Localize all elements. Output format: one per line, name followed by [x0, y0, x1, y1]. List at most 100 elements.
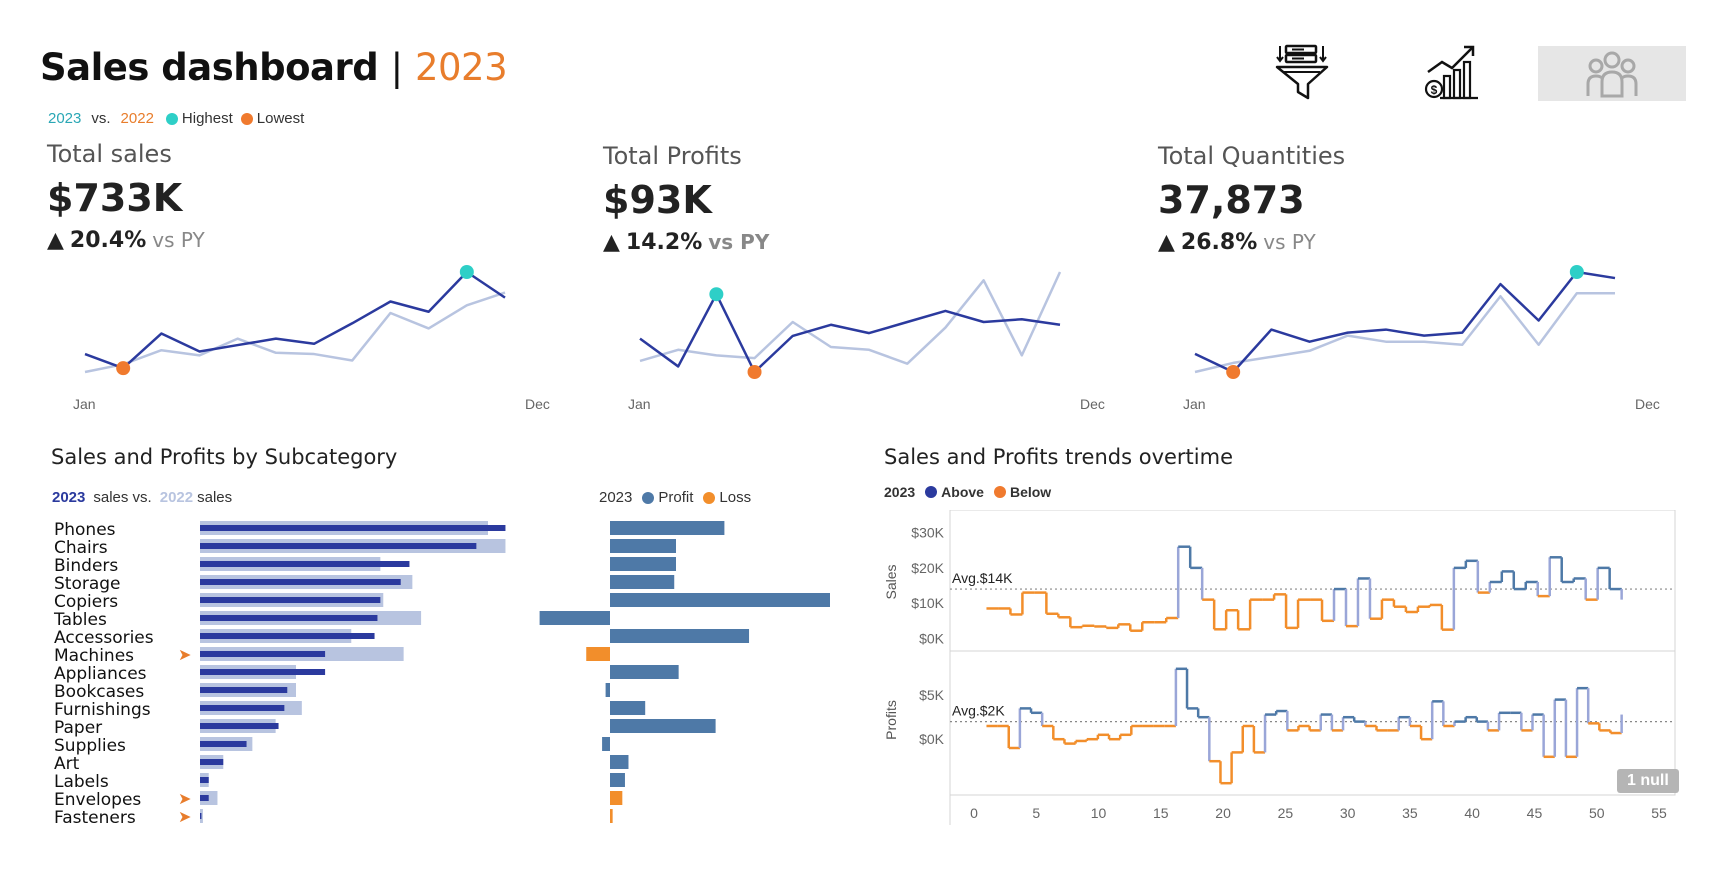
profit-bar: [610, 719, 716, 733]
subcategory-label: Copiers: [54, 592, 119, 612]
financial-growth-button[interactable]: $: [1420, 42, 1484, 102]
legend-year-previous: 2022: [120, 110, 154, 127]
subcategory-label: Paper: [54, 718, 103, 738]
legend-year-current: 2023: [48, 110, 82, 127]
subcategory-label: Fasteners: [54, 808, 136, 828]
subcategory-label: Appliances: [54, 664, 147, 684]
kpi-change: ▲ 14.2% vs PY: [603, 230, 1123, 255]
sales-2023-bar: [200, 741, 247, 747]
legend-sales: sales: [197, 489, 233, 506]
svg-text:$: $: [1431, 83, 1438, 97]
subcategory-label: Chairs: [54, 538, 108, 558]
x-tick-label: 30: [1340, 805, 1356, 821]
subcategory-label: Supplies: [54, 736, 126, 756]
profit-bar: [605, 683, 610, 697]
profits-axis-title: Profits: [883, 700, 899, 740]
x-tick-label: 20: [1215, 805, 1231, 821]
title-year: 2023: [414, 46, 508, 89]
legend-profit: Profit: [658, 489, 694, 506]
users-group-icon: [1586, 51, 1638, 97]
sales-2023-bar: [200, 687, 288, 693]
title-text: Sales dashboard: [40, 46, 379, 89]
sales-tick-label: $30K: [911, 525, 944, 541]
x-tick-label: 5: [1032, 805, 1040, 821]
x-tick-label: 25: [1278, 805, 1294, 821]
null-badge[interactable]: 1 null: [1617, 769, 1679, 793]
sales-tick-label: $0K: [919, 630, 945, 646]
spark-axis-start: Jan: [73, 396, 96, 412]
lowest-point: [116, 361, 131, 376]
kpi-vs-label: vs PY: [708, 230, 770, 254]
x-tick-label: 10: [1091, 805, 1107, 821]
sales-average-label: Avg.$14K: [952, 570, 1013, 586]
flag-arrow-icon: ➤: [178, 791, 192, 808]
sales-sparkline: [84, 265, 506, 376]
spark-axis-end: Dec: [1080, 396, 1105, 412]
filter-data-icon: [1275, 44, 1329, 100]
spark-axis-start: Jan: [628, 396, 651, 412]
subcategory-profit-bars: [539, 521, 830, 823]
subcategory-title: Sales and Profits by Subcategory: [51, 445, 398, 469]
lowest-dot-icon: [240, 112, 253, 125]
x-tick-label: 55: [1651, 805, 1667, 821]
sales-2023-bar: [200, 543, 477, 549]
subcategory-label: Accessories: [54, 628, 154, 648]
filter-data-button[interactable]: [1270, 42, 1334, 102]
sales-2023-bar: [200, 525, 506, 531]
profit-tick-label: $0K: [919, 731, 945, 747]
subcategory-label: Tables: [54, 610, 107, 630]
trends-legend: 2023 Above Below: [884, 484, 1051, 500]
profit-bar: [610, 665, 679, 679]
kpi-value: 37,873: [1158, 178, 1305, 222]
profit-bar: [610, 557, 676, 571]
subcategory-label: Labels: [54, 772, 109, 792]
sales-2023-bar: [200, 795, 209, 801]
profit-loss-legend: 2023 Profit Loss: [599, 489, 751, 506]
subcategory-label: Bookcases: [54, 682, 145, 702]
flag-arrow-icon: ➤: [178, 647, 192, 664]
legend-below: Below: [1009, 484, 1052, 500]
kpi-vs-label: vs PY: [152, 228, 205, 252]
legend-above: Above: [941, 484, 984, 500]
highest-dot-icon: [165, 112, 178, 125]
spark-axis-end: Dec: [1635, 396, 1660, 412]
sales-2023-bar: [200, 597, 381, 603]
profit-bar: [610, 701, 646, 715]
subcategory-label: Phones: [54, 520, 116, 540]
profit-bar: [610, 539, 676, 553]
profit-dot-icon: [642, 491, 655, 504]
up-triangle-icon: ▲: [1158, 230, 1175, 255]
x-tick-label: 45: [1527, 805, 1543, 821]
profits-sparkline: [639, 271, 1062, 379]
sales-2023-bar: [200, 669, 326, 675]
sales-2023-bar: [200, 633, 375, 639]
spark-axis-end: Dec: [525, 396, 550, 412]
kpi-value: $733K: [47, 176, 183, 220]
sales-2023-bar: [200, 777, 209, 783]
sales-2023-bar: [200, 579, 401, 585]
kpi-label: Total Quantities: [1158, 142, 1346, 170]
kpi-change-value: 14.2%: [625, 230, 703, 255]
kpi-total-quantities: Total Quantities 37,873 ▲ 26.8% vs PY: [1158, 142, 1678, 255]
sales-2023-bar: [200, 705, 285, 711]
legend-year: 2023: [599, 489, 633, 506]
subcategory-label: Art: [54, 754, 80, 774]
dashboard-title: Sales dashboard | 2023: [40, 46, 508, 89]
below-dot-icon: [993, 486, 1006, 498]
highest-point: [709, 287, 724, 302]
legend-sales-vs: sales vs.: [93, 489, 152, 506]
up-triangle-icon: ▲: [603, 230, 620, 255]
flag-arrow-icon: ➤: [178, 809, 192, 826]
financial-growth-icon: $: [1424, 45, 1478, 100]
profit-tick-label: $5K: [919, 687, 945, 703]
x-tick-label: 50: [1589, 805, 1605, 821]
lowest-point: [1226, 365, 1241, 379]
users-group-button[interactable]: [1538, 46, 1686, 101]
sales-tick-label: $20K: [911, 560, 944, 576]
kpi-change: ▲ 20.4% vs PY: [47, 228, 567, 253]
legend-highest: Highest: [181, 110, 233, 127]
subcategory-label: Binders: [54, 556, 119, 576]
up-triangle-icon: ▲: [47, 228, 64, 253]
profit-bar: [610, 755, 629, 769]
subcategory-label: Storage: [54, 574, 121, 594]
